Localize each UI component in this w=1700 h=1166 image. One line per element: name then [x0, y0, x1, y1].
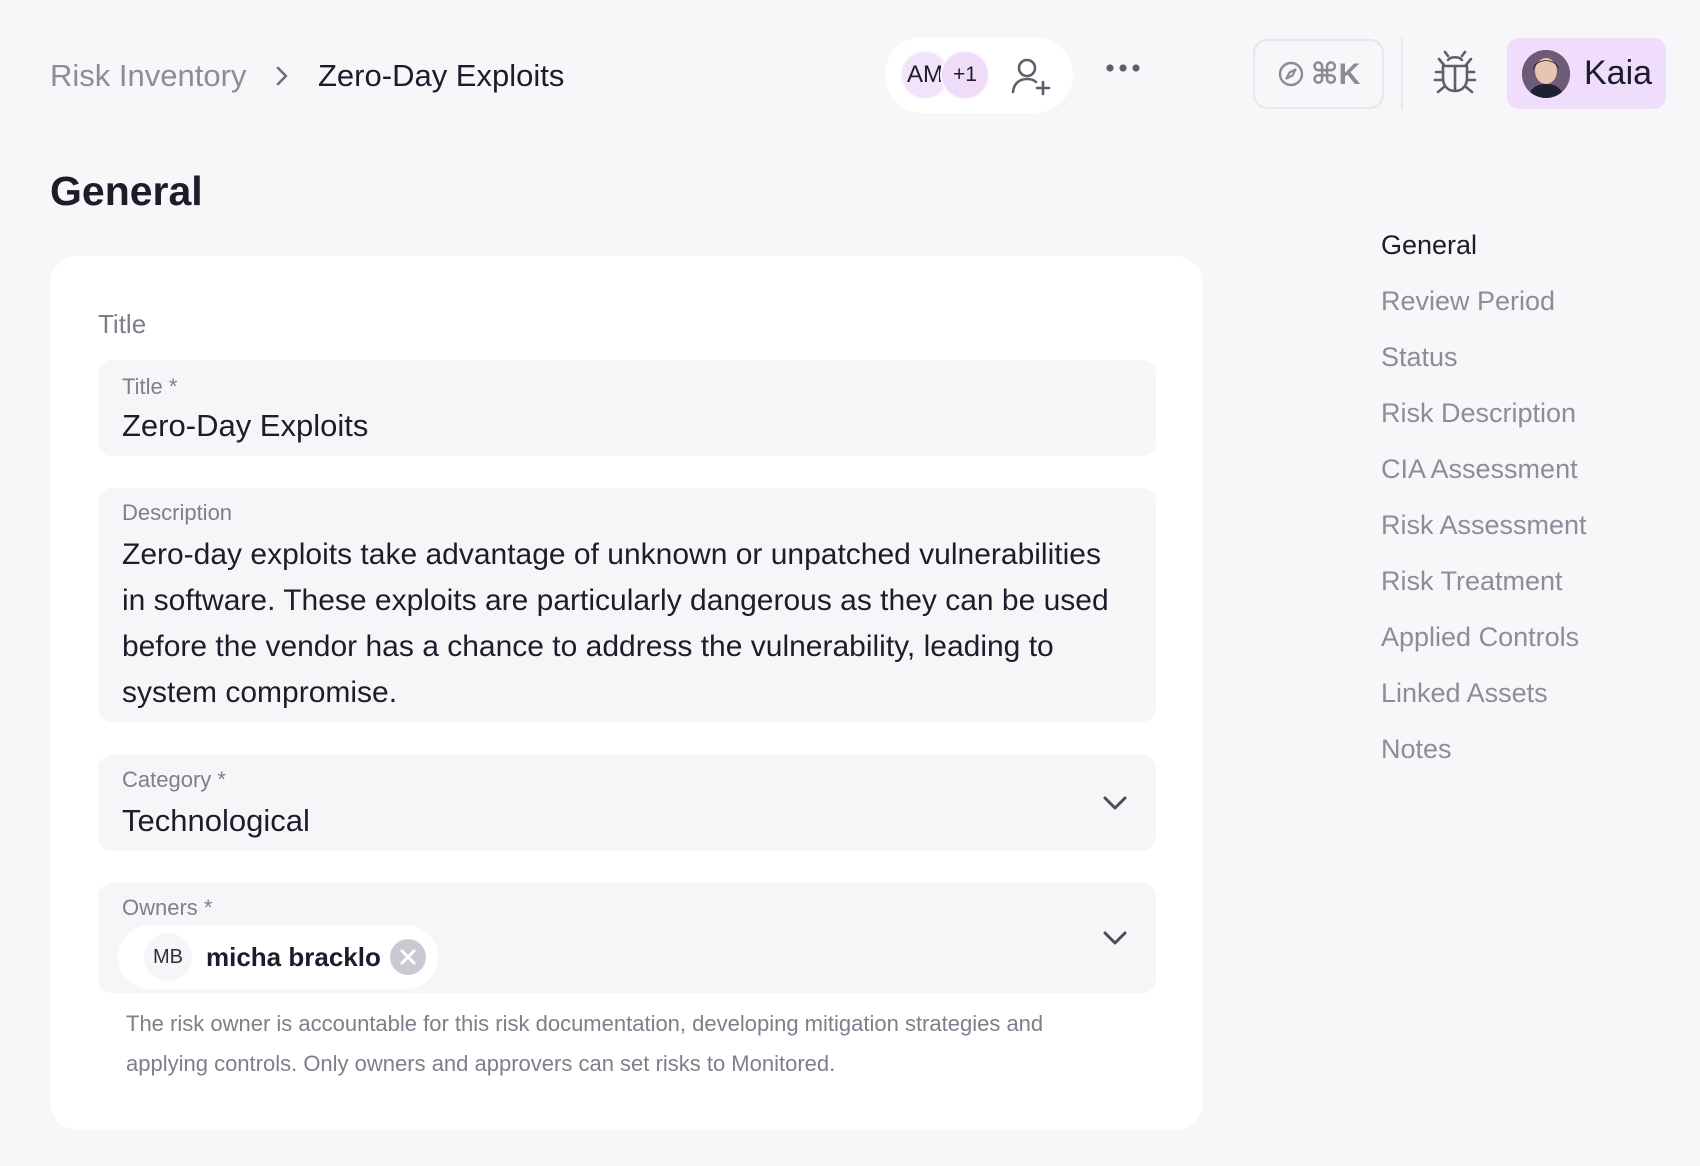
section-label: Title	[98, 309, 147, 339]
collaborators-group: AM +1	[885, 37, 1073, 113]
toc-item-risk-treatment[interactable]: Risk Treatment	[1381, 556, 1587, 612]
category-field-value: Technological	[122, 803, 310, 838]
description-field-label: Description	[122, 500, 233, 525]
breadcrumb-current: Zero-Day Exploits	[318, 58, 565, 93]
title-field-label: Title *	[122, 374, 178, 399]
top-bar: Risk Inventory Zero-Day Exploits AM +1 ⌘…	[0, 0, 1700, 150]
chevron-down-icon[interactable]	[1102, 930, 1128, 946]
add-user-icon[interactable]	[1010, 55, 1052, 97]
toc-item-linked-assets[interactable]: Linked Assets	[1381, 668, 1587, 724]
toc-item-risk-description[interactable]: Risk Description	[1381, 388, 1587, 444]
owners-select[interactable]: Owners * MB micha bracklo	[98, 883, 1156, 993]
command-palette-button[interactable]: ⌘K	[1253, 39, 1384, 109]
command-shortcut-label: ⌘K	[1310, 57, 1361, 91]
category-field-label: Category *	[122, 767, 226, 792]
compass-icon	[1278, 61, 1303, 87]
owner-avatar: MB	[144, 933, 192, 981]
user-menu-button[interactable]: Kaia	[1507, 38, 1666, 109]
title-field[interactable]: Title * Zero-Day Exploits	[98, 360, 1156, 456]
toolbar-divider	[1401, 38, 1403, 110]
bug-icon[interactable]	[1433, 50, 1477, 96]
close-icon[interactable]	[390, 939, 426, 975]
breadcrumb-root-link[interactable]: Risk Inventory	[50, 54, 246, 98]
title-field-value[interactable]: Zero-Day Exploits	[122, 408, 368, 444]
toc-item-general[interactable]: General	[1381, 220, 1587, 276]
more-icon[interactable]	[1104, 58, 1142, 78]
owner-name: micha bracklo	[206, 941, 381, 972]
toc-item-risk-assessment[interactable]: Risk Assessment	[1381, 500, 1587, 556]
category-select[interactable]: Category * Technological	[98, 755, 1156, 851]
owner-chip: MB micha bracklo	[118, 925, 438, 989]
owners-hint: The risk owner is accountable for this r…	[126, 1011, 1044, 1076]
table-of-contents: General Review Period Status Risk Descri…	[1381, 220, 1587, 780]
collaborators-more-badge[interactable]: +1	[940, 50, 990, 100]
toc-item-status[interactable]: Status	[1381, 332, 1587, 388]
toc-item-cia-assessment[interactable]: CIA Assessment	[1381, 444, 1587, 500]
toc-item-notes[interactable]: Notes	[1381, 724, 1587, 780]
chevron-right-icon	[276, 66, 288, 86]
toc-item-applied-controls[interactable]: Applied Controls	[1381, 612, 1587, 668]
user-name: Kaia	[1584, 54, 1653, 92]
general-card: Title Title * Zero-Day Exploits Descript…	[50, 256, 1203, 1130]
chevron-down-icon[interactable]	[1102, 795, 1128, 811]
avatar	[1522, 49, 1570, 98]
description-field[interactable]: Description Zero-day exploits take advan…	[98, 488, 1156, 722]
toc-item-review-period[interactable]: Review Period	[1381, 276, 1587, 332]
owners-field-label: Owners *	[122, 895, 213, 920]
description-field-value[interactable]: Zero-day exploits take advantage of unkn…	[122, 532, 1132, 716]
page-title: General	[50, 168, 203, 214]
